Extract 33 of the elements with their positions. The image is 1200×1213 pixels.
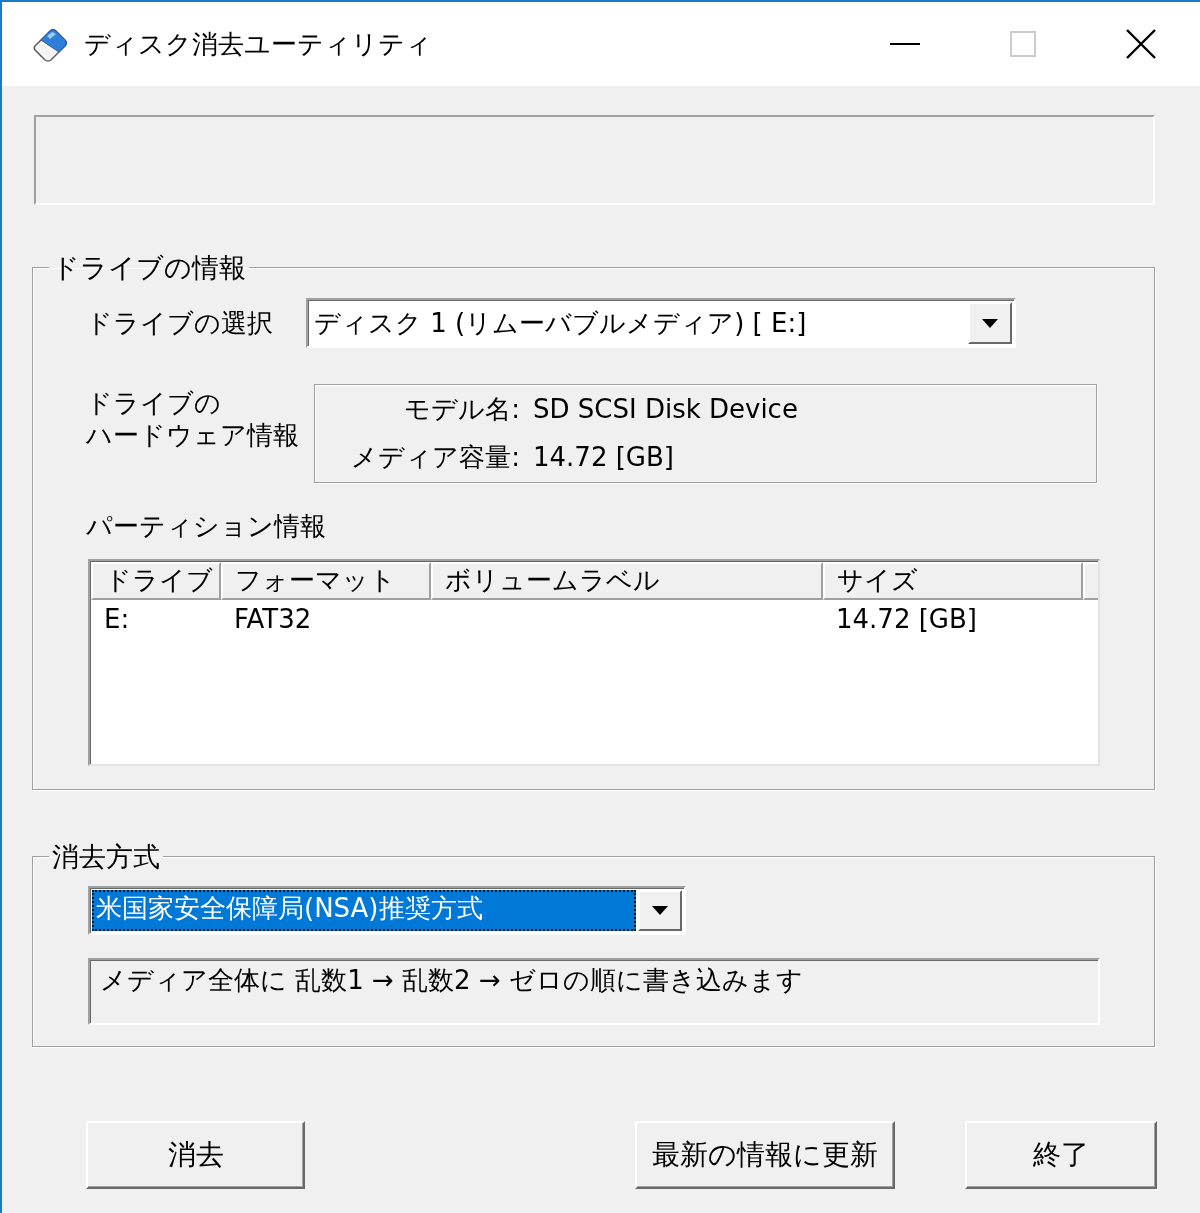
dropdown-button[interactable] [968,302,1012,344]
column-header[interactable]: フォーマット [221,562,431,600]
window-title: ディスク消去ユーティリティ [84,28,432,61]
table-cell: E: [104,603,130,634]
caret-down-icon [652,906,668,915]
drive-select[interactable]: ディスク 1 (リムーバブルメディア) [ E:] [306,298,1016,348]
column-header[interactable]: サイズ [823,562,1083,600]
dialog-button[interactable]: 消去 [86,1121,305,1189]
table-cell: FAT32 [234,603,312,634]
selected-value: 米国家安全保障局(NSA)推奨方式 [92,890,636,931]
info-value: 14.72 [GB] [533,441,675,474]
table-cell: 14.72 [GB] [836,603,977,634]
caret-down-icon [982,318,998,328]
method-select[interactable]: 米国家安全保障局(NSA)推奨方式 [88,886,686,935]
field-label: ドライブの [86,387,221,419]
info-value: SD SCSI Disk Device [533,393,799,426]
column-header[interactable]: ドライブ [91,562,221,600]
description-box: メディア全体に 乱数1 → 乱数2 → ゼロの順に書き込みます [88,958,1100,1025]
column-header[interactable]: ボリュームラベル [431,562,823,600]
dialog-button[interactable]: 終了 [965,1121,1157,1189]
group-label: ドライブの情報 [51,251,247,284]
field-label: ハードウェア情報 [86,419,299,451]
field-label: ドライブの選択 [86,307,274,340]
maximize-icon [1010,31,1036,57]
info-label: モデル名: [403,393,520,426]
dropdown-button[interactable] [638,890,682,931]
minimize-icon [890,43,920,45]
dialog-button[interactable]: 最新の情報に更新 [635,1121,895,1189]
close-icon [1126,29,1156,59]
group-label: 消去方式 [51,840,161,873]
info-label: メディア容量: [350,441,520,474]
selected-value: ディスク 1 (リムーバブルメディア) [ E:] [313,307,808,340]
field-label: パーティション情報 [86,510,326,543]
